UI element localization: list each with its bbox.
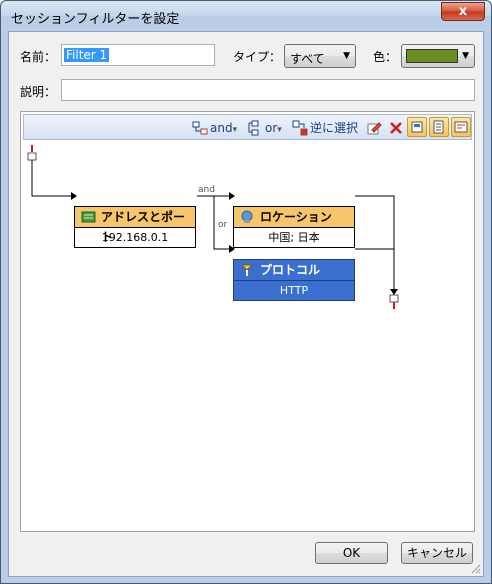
- protocol-icon: [240, 264, 254, 276]
- network-card-icon: [81, 211, 96, 223]
- color-picker[interactable]: ▼: [401, 44, 475, 68]
- name-input-value: Filter 1: [64, 48, 110, 62]
- type-label: タイプ：: [233, 50, 282, 64]
- description-input[interactable]: [61, 79, 475, 101]
- filter-diagram-connectors: [27, 145, 399, 309]
- filter-node-protocol[interactable]: プロトコル HTTP: [233, 259, 355, 301]
- name-input[interactable]: Filter 1: [61, 44, 215, 66]
- ok-button[interactable]: OK: [315, 542, 388, 564]
- close-button[interactable]: x: [441, 2, 485, 21]
- resize-grip-icon[interactable]: [469, 562, 481, 574]
- and-connector-label: and: [198, 185, 215, 195]
- node-value: 中国; 日本: [268, 231, 320, 244]
- cancel-button[interactable]: キャンセル: [401, 542, 473, 564]
- globe-icon: [241, 210, 253, 223]
- chevron-down-icon: ▼: [462, 51, 469, 61]
- close-icon: x: [458, 4, 468, 19]
- name-label: 名前：: [20, 50, 57, 64]
- chevron-down-icon: ▼: [343, 51, 350, 61]
- node-title: プロトコル: [260, 263, 321, 277]
- type-select[interactable]: すべて ▼: [284, 44, 356, 68]
- color-label: 色：: [373, 50, 398, 64]
- filter-canvas[interactable]: and▾ or▾ 逆に選択 and or アドレスとポート 192.168.0.…: [20, 111, 475, 532]
- filter-node-address-port[interactable]: アドレスとポート 192.168.0.1: [74, 206, 196, 248]
- dialog-body: 名前： Filter 1 タイプ： すべて ▼ 色： ▼ 説明： and▾ or…: [8, 31, 484, 577]
- color-swatch: [406, 49, 458, 63]
- node-value: HTTP: [279, 284, 309, 297]
- node-title: ロケーション: [260, 210, 332, 224]
- node-value: 192.168.0.1: [101, 231, 169, 244]
- title-bar[interactable]: セッションフィルターを設定 x: [1, 1, 491, 31]
- type-select-value: すべて: [290, 52, 325, 66]
- window-title: セッションフィルターを設定: [11, 12, 180, 27]
- description-label: 説明：: [20, 85, 57, 99]
- filter-node-location[interactable]: ロケーション 中国; 日本: [233, 206, 355, 248]
- session-filter-dialog: セッションフィルターを設定 x 名前： Filter 1 タイプ： すべて ▼ …: [0, 0, 492, 584]
- or-connector-label: or: [218, 220, 228, 230]
